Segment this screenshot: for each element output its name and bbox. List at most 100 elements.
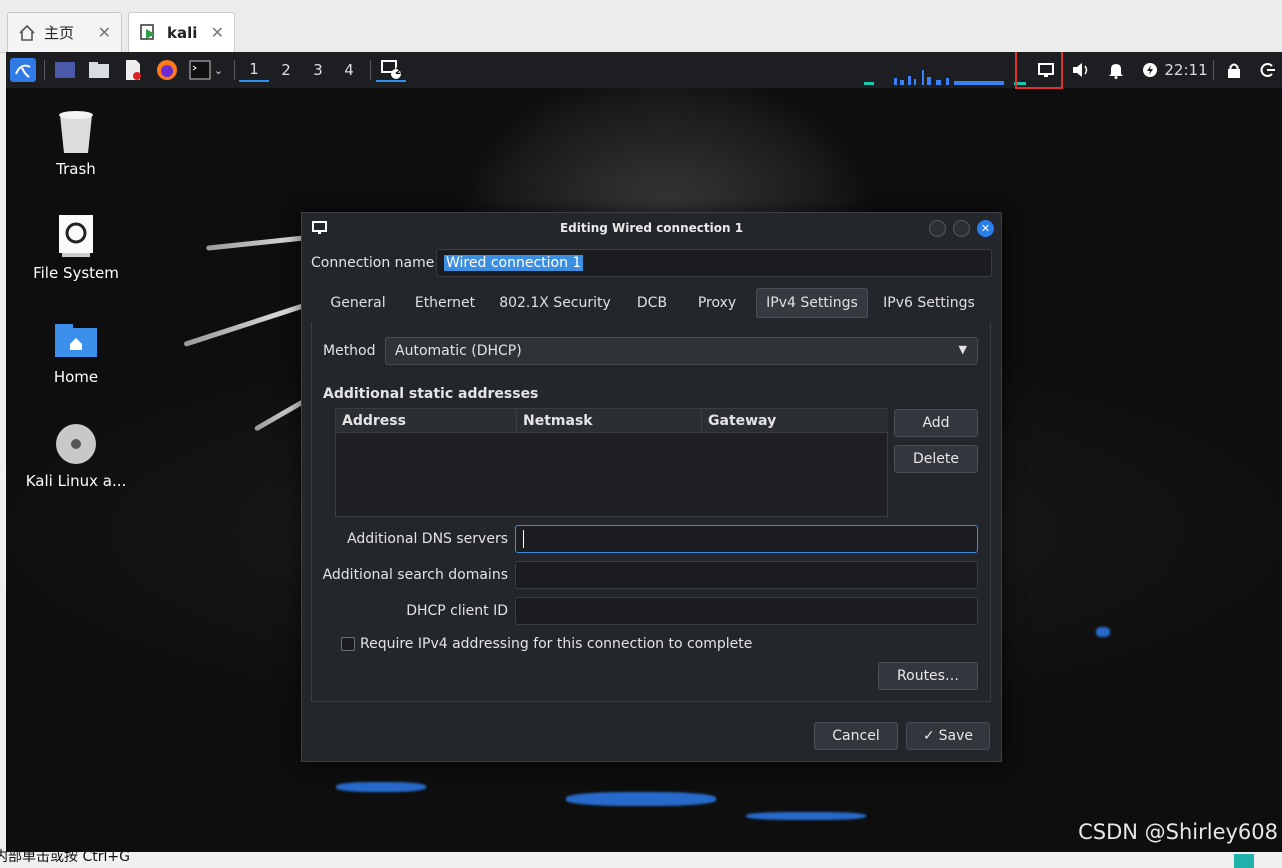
workspace-3[interactable]: 3 — [303, 58, 333, 82]
guest-desktop: ⌄ 1 2 3 4 2 22:11 Trash File System Home… — [6, 52, 1282, 852]
method-dropdown[interactable]: Automatic (DHCP) ▼ — [385, 337, 978, 365]
column-address[interactable]: Address — [336, 409, 517, 433]
trash-icon — [54, 110, 98, 154]
edit-connection-dialog: Editing Wired connection 1 ✕ Connection … — [301, 212, 1002, 762]
folder-icon — [89, 62, 109, 78]
network-graph — [864, 70, 1026, 85]
host-tab-home-label: 主页 — [44, 24, 75, 42]
host-status-bar: 内部单击或按 Ctrl+G — [0, 849, 1282, 868]
desktop-icon-home[interactable]: Home — [21, 318, 131, 386]
maximize-button[interactable] — [953, 220, 970, 237]
routes-button[interactable]: Routes… — [878, 662, 978, 690]
terminal-button[interactable]: ⌄ — [186, 58, 226, 82]
host-tab-kali-label: kali — [167, 23, 198, 42]
connection-name-input[interactable]: Wired connection 1 — [436, 249, 992, 277]
firefox-icon — [157, 60, 177, 80]
kali-menu-button[interactable] — [10, 58, 36, 82]
static-addresses-table[interactable]: Address Netmask Gateway — [335, 408, 888, 517]
home-icon — [19, 24, 35, 41]
require-ipv4-checkbox[interactable] — [341, 637, 355, 651]
dhcp-client-id-input[interactable] — [515, 597, 978, 625]
close-icon: ✕ — [980, 222, 991, 235]
tab-general[interactable]: General — [319, 288, 397, 318]
watermark: CSDN @Shirley608 — [1078, 820, 1278, 844]
connection-name-value: Wired connection 1 — [444, 255, 584, 271]
dropdown-arrow-icon: ▼ — [958, 343, 967, 356]
file-manager-button[interactable] — [86, 58, 112, 82]
host-tab-kali[interactable]: kali ✕ — [128, 12, 235, 52]
workspace-4[interactable]: 4 — [334, 58, 364, 82]
static-addresses-heading: Additional static addresses — [323, 386, 539, 402]
volume-button[interactable] — [1069, 58, 1093, 82]
host-tab-home[interactable]: 主页 ✕ — [7, 12, 122, 52]
tab-ipv6-settings[interactable]: IPv6 Settings — [874, 288, 984, 318]
save-button[interactable]: ✓ Save — [906, 722, 990, 750]
wallpaper-glow — [566, 792, 716, 806]
home-folder-icon — [54, 318, 98, 362]
notifications-button[interactable] — [1104, 58, 1128, 82]
close-icon[interactable]: ✕ — [98, 23, 111, 42]
text-editor-icon — [126, 60, 141, 80]
dns-servers-input[interactable] — [515, 525, 978, 553]
logout-icon — [1260, 63, 1275, 77]
checkmark-icon: ✓ — [922, 728, 935, 744]
chevron-down-icon[interactable]: ⌄ — [214, 64, 223, 77]
lock-screen-button[interactable] — [1224, 58, 1244, 82]
workspace-1[interactable]: 1 — [239, 58, 269, 82]
tab-proxy[interactable]: Proxy — [685, 288, 749, 318]
close-button[interactable]: ✕ — [977, 220, 994, 237]
bell-icon — [1109, 64, 1123, 79]
tab-dcb[interactable]: DCB — [626, 288, 678, 318]
window-button[interactable]: 2 — [376, 58, 406, 82]
panel-separator — [370, 60, 371, 80]
column-netmask[interactable]: Netmask — [517, 409, 702, 433]
text-editor-button[interactable] — [120, 58, 146, 82]
desktop-icon — [55, 62, 75, 78]
wallpaper-glow — [1096, 627, 1110, 637]
text-cursor — [523, 530, 524, 548]
dhcp-client-id-label: DHCP client ID — [406, 603, 508, 619]
settings-tabs: General Ethernet 802.1X Security DCB Pro… — [311, 284, 991, 323]
tab-ipv4-settings[interactable]: IPv4 Settings — [756, 288, 868, 318]
desktop-icon-disc[interactable]: Kali Linux a... — [21, 422, 131, 490]
desktop-icon-trash[interactable]: Trash — [21, 110, 131, 178]
network-icon — [1038, 63, 1054, 77]
power-status-icon — [1143, 63, 1157, 77]
add-button[interactable]: Add — [894, 409, 978, 437]
host-tab-bar: 主页 ✕ kali ✕ — [0, 0, 1282, 53]
clock[interactable]: 22:11 — [1164, 58, 1207, 82]
delete-button[interactable]: Delete — [894, 445, 978, 473]
top-panel: ⌄ 1 2 3 4 2 22:11 — [6, 52, 1282, 89]
power-manager-button[interactable] — [1140, 58, 1160, 82]
speaker-icon — [1073, 63, 1088, 77]
panel-separator — [1213, 60, 1214, 80]
method-value: Automatic (DHCP) — [395, 343, 522, 359]
show-desktop-button[interactable] — [52, 58, 78, 82]
desktop-icon-label: Trash — [56, 160, 96, 178]
kali-dragon-icon — [15, 64, 31, 78]
terminal-icon — [189, 60, 211, 80]
search-domains-input[interactable] — [515, 561, 978, 589]
save-label: Save — [938, 728, 974, 744]
desktop-icon-label: Kali Linux a... — [25, 472, 127, 490]
tab-ethernet[interactable]: Ethernet — [405, 288, 485, 318]
firefox-button[interactable] — [154, 58, 180, 82]
tab-8021x-security[interactable]: 802.1X Security — [493, 288, 617, 318]
require-ipv4-label: Require IPv4 addressing for this connect… — [360, 636, 753, 652]
logout-button[interactable] — [1258, 58, 1278, 82]
panel-separator — [44, 60, 45, 80]
dialog-titlebar: Editing Wired connection 1 ✕ — [302, 213, 1001, 243]
column-gateway[interactable]: Gateway — [702, 409, 888, 433]
vm-status-icon — [1234, 854, 1254, 868]
close-icon[interactable]: ✕ — [211, 23, 224, 42]
network-icon — [312, 221, 327, 234]
lock-icon — [1228, 63, 1240, 78]
minimize-button[interactable] — [929, 220, 946, 237]
desktop-icon-filesystem[interactable]: File System — [21, 214, 131, 282]
connection-name-label: Connection name — [311, 255, 435, 271]
network-indicator[interactable] — [1034, 58, 1058, 82]
cancel-button[interactable]: Cancel — [814, 722, 898, 750]
workspace-2[interactable]: 2 — [271, 58, 301, 82]
disc-icon — [54, 422, 98, 466]
vm-icon — [140, 23, 155, 40]
